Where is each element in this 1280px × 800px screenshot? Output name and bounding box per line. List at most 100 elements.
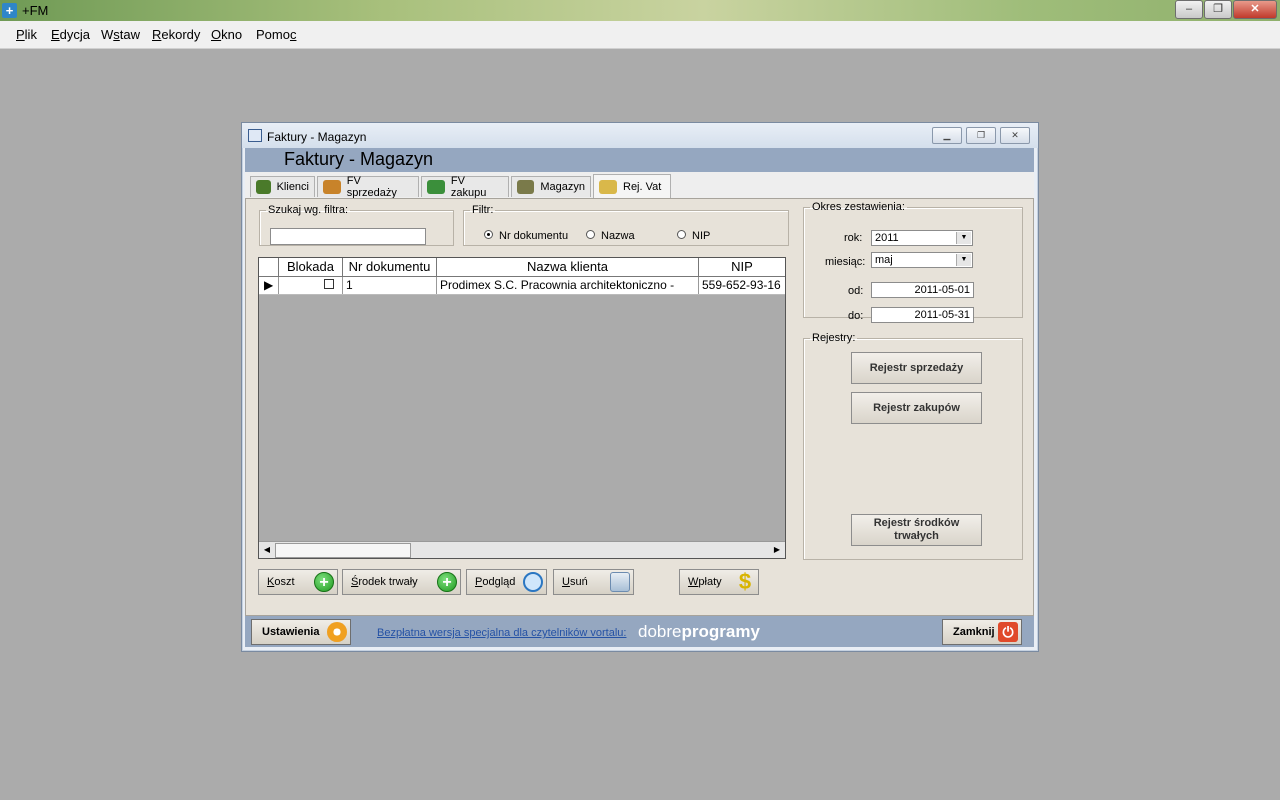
minimize-button[interactable]: –: [1175, 0, 1203, 19]
col-blokada[interactable]: Blokada: [279, 258, 343, 276]
dollar-icon: $: [738, 569, 752, 594]
rok-select[interactable]: 2011 ▼: [871, 230, 973, 246]
blokada-checkbox[interactable]: [324, 279, 334, 289]
okres-legend: Okres zestawienia:: [812, 201, 905, 213]
table-row[interactable]: ▶ 1 Prodimex S.C. Pracownia architektoni…: [259, 277, 785, 295]
window-title: Faktury - Magazyn: [267, 130, 367, 144]
tab-fv-zakupu[interactable]: FV zakupu: [421, 175, 509, 199]
tab-fv-sprzedazy[interactable]: FV sprzedaży: [317, 175, 419, 199]
cell-nr: 1: [343, 277, 437, 294]
rejestr-srodkow-trwalych-button[interactable]: Rejestr środków trwałych: [851, 514, 982, 546]
close-button[interactable]: ✕: [1233, 0, 1277, 19]
restore-button[interactable]: ❐: [1204, 0, 1232, 19]
tab-label: Magazyn: [540, 181, 585, 193]
tab-label: Klienci: [276, 181, 309, 193]
form-title: Faktury - Magazyn: [284, 149, 434, 169]
rejestr-zakupow-button[interactable]: Rejestr zakupów: [851, 392, 982, 424]
wplaty-label: Wpłaty: [688, 576, 722, 588]
rok-value: 2011: [875, 232, 899, 244]
app-logo-icon: +: [2, 3, 17, 18]
miesiac-value: maj: [875, 254, 893, 266]
menu-plik[interactable]: Plik: [16, 27, 37, 42]
tab-klienci[interactable]: Klienci: [250, 176, 315, 197]
col-nazwa-klienta[interactable]: Nazwa klienta: [437, 258, 699, 276]
app-title: +FM: [22, 3, 49, 18]
ustawienia-label: Ustawienia: [262, 626, 320, 638]
radio-nip[interactable]: [677, 230, 686, 239]
srodek-trwaly-button[interactable]: Środek trwały +: [342, 569, 461, 595]
zamknij-button[interactable]: Zamknij ⏻: [942, 619, 1022, 645]
radio-nazwa[interactable]: [586, 230, 595, 239]
book-icon: [599, 179, 617, 194]
wplaty-button[interactable]: Wpłaty $: [679, 569, 759, 595]
cell-nazwa: Prodimex S.C. Pracownia architektoniczno…: [437, 277, 699, 294]
scroll-thumb[interactable]: [275, 543, 411, 558]
search-group: Szukaj wg. filtra:: [259, 204, 454, 246]
horizontal-scrollbar[interactable]: ◀ ▶: [259, 541, 785, 558]
power-icon: ⏻: [998, 622, 1018, 642]
documents-grid[interactable]: Blokada Nr dokumentu Nazwa klienta NIP ▶…: [258, 257, 786, 559]
podglad-label: Podgląd: [475, 576, 516, 588]
menu-pomoc[interactable]: Pomoc: [256, 27, 296, 42]
cart-icon: [427, 180, 445, 194]
add-icon: +: [314, 572, 334, 592]
rejestr-srodkow-line1: Rejestr środków: [873, 517, 960, 529]
radio-nr-dokumentu[interactable]: [484, 230, 493, 239]
chevron-down-icon[interactable]: ▼: [956, 254, 971, 266]
od-date-field[interactable]: 2011-05-01: [871, 282, 974, 298]
cell-nip: 559-652-93-16: [702, 278, 781, 292]
document-icon: [248, 129, 262, 142]
row-selector-header: [259, 258, 279, 276]
scroll-left-icon[interactable]: ◀: [260, 543, 274, 556]
filter-legend: Filtr:: [472, 204, 494, 216]
window-restore-button[interactable]: ❐: [966, 127, 996, 144]
menu-edycja[interactable]: Edycja: [51, 27, 90, 42]
do-date-field[interactable]: 2011-05-31: [871, 307, 974, 323]
dobreprogramy-logo: dobreprogramy: [638, 622, 760, 641]
usun-button[interactable]: Usuń: [553, 569, 634, 595]
koszt-label: Koszt: [267, 576, 295, 588]
col-nip[interactable]: NIP: [699, 258, 785, 276]
boxes-icon: [517, 180, 535, 194]
add-icon: +: [437, 572, 457, 592]
rejestr-srodkow-line2: trwałych: [894, 530, 939, 542]
scroll-right-icon[interactable]: ▶: [770, 543, 784, 556]
clients-icon: [256, 180, 271, 194]
menu-wstaw[interactable]: Wstaw: [101, 27, 140, 42]
radio-label-nip: NIP: [692, 230, 711, 242]
tab-label: FV sprzedaży: [346, 175, 397, 199]
app-titlebar: + +FM – ❐ ✕: [0, 0, 1280, 21]
row-pointer-icon: ▶: [259, 277, 279, 294]
do-label: do:: [848, 310, 864, 322]
window-minimize-button[interactable]: ▁: [932, 127, 962, 144]
recycle-bin-icon: [610, 572, 630, 592]
form-header: Faktury - Magazyn: [245, 148, 1034, 172]
menu-rekordy[interactable]: Rekordy: [152, 27, 200, 42]
ustawienia-button[interactable]: Ustawienia: [251, 619, 351, 645]
menu-okno[interactable]: Okno: [211, 27, 242, 42]
col-nr-dokumentu[interactable]: Nr dokumentu: [343, 258, 437, 276]
koszt-button[interactable]: Koszt +: [258, 569, 338, 595]
window-footer: Ustawienia Bezpłatna wersja specjalna dl…: [245, 616, 1034, 647]
tab-magazyn[interactable]: Magazyn: [511, 176, 591, 197]
miesiac-select[interactable]: maj ▼: [871, 252, 973, 268]
tab-strip: Klienci FV sprzedaży FV zakupu Magazyn R…: [245, 172, 1034, 199]
tab-label: Rej. Vat: [623, 180, 662, 193]
usun-label: Usuń: [562, 576, 588, 588]
okres-group: Okres zestawienia: rok: 2011 ▼ miesiąc: …: [803, 201, 1023, 323]
rok-label: rok:: [844, 232, 863, 244]
faktury-window: Faktury - Magazyn ▁ ❐ ✕ Faktury - Magazy…: [241, 122, 1039, 652]
rejestr-sprzedazy-button[interactable]: Rejestr sprzedaży: [851, 352, 982, 384]
radio-label-nazwa: Nazwa: [601, 230, 635, 242]
house-icon: [323, 180, 341, 194]
miesiac-label: miesiąc:: [825, 256, 866, 268]
app-window-controls: – ❐ ✕: [1174, 0, 1277, 19]
window-close-button[interactable]: ✕: [1000, 127, 1030, 144]
chevron-down-icon[interactable]: ▼: [956, 232, 971, 244]
search-input[interactable]: [270, 228, 426, 245]
promo-link[interactable]: Bezpłatna wersja specjalna dla czytelnik…: [377, 627, 626, 639]
tab-rej-vat[interactable]: Rej. Vat: [593, 174, 671, 198]
rejestry-group: Rejestry: Rejestr sprzedaży Rejestr zaku…: [803, 332, 1023, 560]
filter-group: Filtr: Nr dokumentu Nazwa NIP: [463, 204, 789, 246]
podglad-button[interactable]: Podgląd: [466, 569, 547, 595]
